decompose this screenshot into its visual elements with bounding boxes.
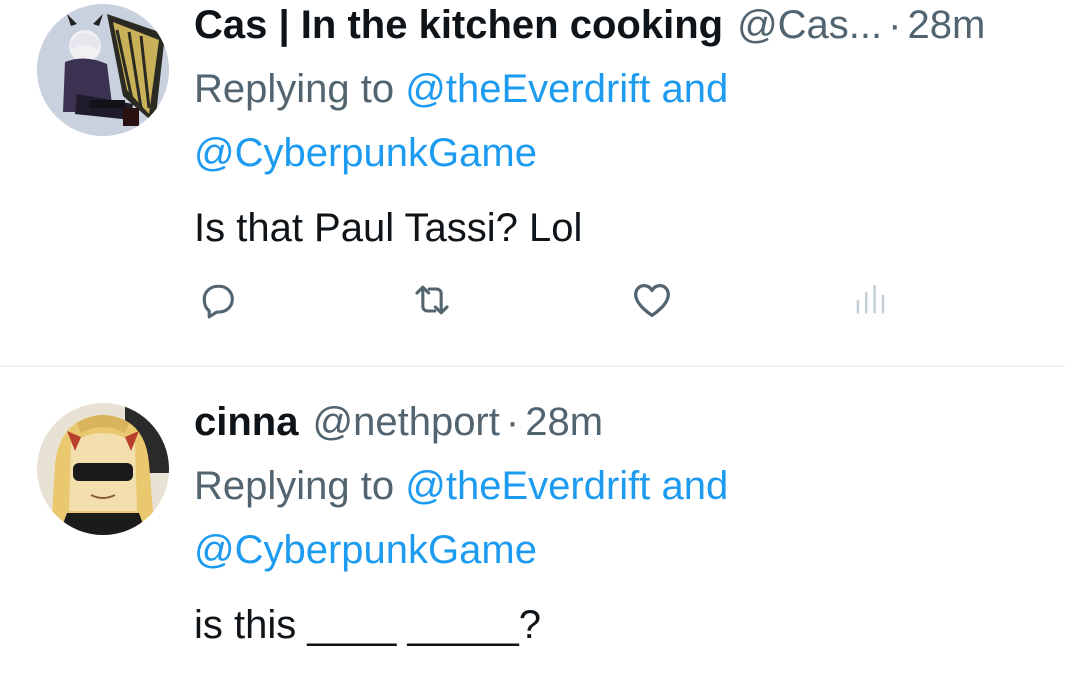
like-button[interactable]	[628, 276, 676, 324]
reply-button[interactable]	[194, 276, 242, 324]
display-name[interactable]: Cas | In the kitchen cooking	[194, 0, 723, 50]
mention-link[interactable]: @CyberpunkGame	[194, 131, 537, 175]
timestamp[interactable]: 28m	[525, 397, 603, 447]
views-button[interactable]	[846, 276, 894, 324]
mention-link[interactable]: @CyberpunkGame	[194, 528, 537, 572]
replying-to: Replying to @theEverdrift and @Cyberpunk…	[194, 57, 1065, 185]
replying-to-label: Replying to	[194, 67, 406, 111]
separator-dot: ·	[505, 400, 520, 444]
mention-link[interactable]: @theEverdrift	[405, 67, 650, 111]
tweet[interactable]: cinna @nethport · 28m Replying to @theEv…	[0, 367, 1065, 678]
avatar-image	[37, 403, 169, 535]
heart-icon	[634, 283, 670, 317]
timestamp[interactable]: 28m	[907, 0, 985, 50]
user-handle[interactable]: @nethport	[312, 397, 499, 447]
tweet-header: cinna @nethport · 28m	[194, 397, 1065, 447]
mention-link[interactable]: @theEverdrift	[405, 464, 650, 508]
tweet-header: Cas | In the kitchen cooking @Cas... · 2…	[194, 0, 1065, 50]
avatar[interactable]	[37, 4, 169, 136]
replying-and[interactable]: and	[650, 67, 728, 111]
tweet-text: Is that Paul Tassi? Lol	[194, 206, 583, 250]
replying-and[interactable]: and	[650, 464, 728, 508]
tweet-actions	[194, 276, 914, 326]
retweet-button[interactable]	[408, 276, 456, 324]
avatar[interactable]	[37, 403, 169, 535]
views-icon	[856, 285, 885, 314]
tweet-text: is this ____ _____?	[194, 603, 541, 647]
tweet[interactable]: Cas | In the kitchen cooking @Cas... · 2…	[0, 0, 1065, 366]
retweet-icon	[415, 285, 449, 315]
user-handle[interactable]: @Cas...	[737, 0, 882, 50]
reply-icon	[202, 284, 234, 319]
separator-dot: ·	[888, 3, 902, 47]
replying-to: Replying to @theEverdrift and @Cyberpunk…	[194, 454, 1065, 582]
avatar-image	[37, 4, 169, 136]
replying-to-label: Replying to	[194, 464, 406, 508]
display-name[interactable]: cinna	[194, 397, 298, 447]
